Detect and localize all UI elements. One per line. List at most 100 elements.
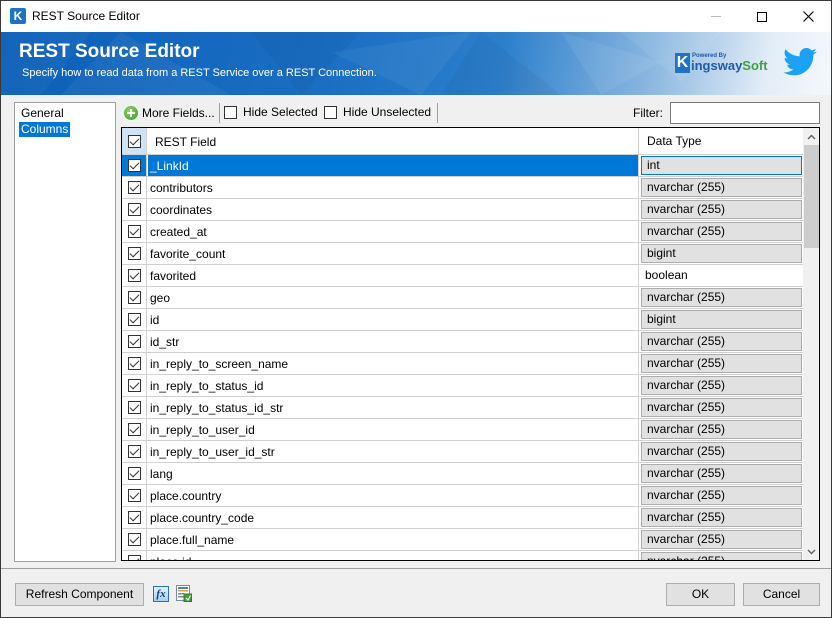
row-check-cell[interactable] <box>122 507 147 528</box>
row-checkbox[interactable] <box>127 533 141 546</box>
data-type-value[interactable]: nvarchar (255) <box>641 376 802 395</box>
data-type-cell[interactable]: boolean <box>638 265 803 286</box>
refresh-component-button[interactable]: Refresh Component <box>15 583 144 606</box>
table-row[interactable]: place.id nvarchar (255) <box>122 550 803 560</box>
sidebar-item-general[interactable]: General <box>19 106 66 121</box>
data-type-cell[interactable]: nvarchar (255) <box>638 331 803 352</box>
data-type-value[interactable]: nvarchar (255) <box>641 442 802 461</box>
select-all-header[interactable] <box>122 128 147 154</box>
data-type-value[interactable]: bigint <box>641 244 802 263</box>
data-type-value[interactable]: boolean <box>641 266 802 285</box>
filter-input[interactable] <box>670 102 820 124</box>
row-check-cell[interactable] <box>122 265 147 286</box>
row-check-cell[interactable] <box>122 331 147 352</box>
sidebar-item-columns[interactable]: Columns <box>19 122 71 137</box>
row-check-cell[interactable] <box>122 419 147 440</box>
data-type-value[interactable]: nvarchar (255) <box>641 530 802 549</box>
row-checkbox[interactable] <box>127 203 141 216</box>
column-header-data-type[interactable]: Data Type <box>638 128 803 154</box>
scrollbar-thumb[interactable] <box>804 145 819 248</box>
table-row[interactable]: lang nvarchar (255) <box>122 462 803 484</box>
row-check-cell[interactable] <box>122 287 147 308</box>
data-type-cell[interactable]: nvarchar (255) <box>638 485 803 506</box>
row-checkbox[interactable] <box>127 291 141 304</box>
data-type-value[interactable]: nvarchar (255) <box>641 398 802 417</box>
row-checkbox[interactable] <box>127 379 141 392</box>
row-check-cell[interactable] <box>122 485 147 506</box>
data-type-cell[interactable]: nvarchar (255) <box>638 397 803 418</box>
data-type-cell[interactable]: nvarchar (255) <box>638 287 803 308</box>
expression-fx-icon[interactable]: fx <box>153 586 169 602</box>
row-checkbox[interactable] <box>127 357 141 370</box>
row-check-cell[interactable] <box>122 375 147 396</box>
data-type-cell[interactable]: int <box>638 155 803 176</box>
row-check-cell[interactable] <box>122 309 147 330</box>
more-fields-button[interactable]: More Fields... <box>124 104 215 122</box>
data-type-cell[interactable]: nvarchar (255) <box>638 353 803 374</box>
data-type-value[interactable]: nvarchar (255) <box>641 464 802 483</box>
row-check-cell[interactable] <box>122 441 147 462</box>
data-type-cell[interactable]: nvarchar (255) <box>638 221 803 242</box>
scroll-up-button[interactable] <box>803 128 819 145</box>
table-row[interactable]: place.full_name nvarchar (255) <box>122 528 803 550</box>
row-check-cell[interactable] <box>122 463 147 484</box>
row-check-cell[interactable] <box>122 199 147 220</box>
table-row[interactable]: id bigint <box>122 308 803 330</box>
data-type-value[interactable]: nvarchar (255) <box>641 420 802 439</box>
table-row[interactable]: id_str nvarchar (255) <box>122 330 803 352</box>
row-checkbox[interactable] <box>127 159 141 172</box>
table-row[interactable]: in_reply_to_user_id_str nvarchar (255) <box>122 440 803 462</box>
row-check-cell[interactable] <box>122 529 147 550</box>
table-row[interactable]: in_reply_to_status_id_str nvarchar (255) <box>122 396 803 418</box>
row-check-cell[interactable] <box>122 551 147 560</box>
column-mapping-icon[interactable] <box>176 585 192 602</box>
table-row[interactable]: created_at nvarchar (255) <box>122 220 803 242</box>
data-type-cell[interactable]: nvarchar (255) <box>638 199 803 220</box>
row-checkbox[interactable] <box>127 489 141 502</box>
row-checkbox[interactable] <box>127 423 141 436</box>
row-checkbox[interactable] <box>127 313 141 326</box>
data-type-cell[interactable]: nvarchar (255) <box>638 375 803 396</box>
row-checkbox[interactable] <box>127 247 141 260</box>
data-type-cell[interactable]: nvarchar (255) <box>638 419 803 440</box>
hide-selected-checkbox[interactable]: Hide Selected <box>224 105 318 119</box>
table-row[interactable]: favorite_count bigint <box>122 242 803 264</box>
row-check-cell[interactable] <box>122 243 147 264</box>
row-checkbox[interactable] <box>127 467 141 480</box>
data-type-value[interactable]: nvarchar (255) <box>641 178 802 197</box>
table-row[interactable]: place.country_code nvarchar (255) <box>122 506 803 528</box>
row-check-cell[interactable] <box>122 397 147 418</box>
data-type-cell[interactable]: bigint <box>638 243 803 264</box>
data-type-cell[interactable]: nvarchar (255) <box>638 177 803 198</box>
row-checkbox[interactable] <box>127 225 141 238</box>
maximize-button[interactable] <box>739 1 785 32</box>
table-row[interactable]: coordinates nvarchar (255) <box>122 198 803 220</box>
data-type-value[interactable]: nvarchar (255) <box>641 486 802 505</box>
data-type-cell[interactable]: nvarchar (255) <box>638 441 803 462</box>
row-checkbox[interactable] <box>127 335 141 348</box>
row-check-cell[interactable] <box>122 155 147 176</box>
row-check-cell[interactable] <box>122 177 147 198</box>
data-type-value[interactable]: int <box>641 156 802 175</box>
data-type-cell[interactable]: nvarchar (255) <box>638 529 803 550</box>
data-type-cell[interactable]: nvarchar (255) <box>638 507 803 528</box>
row-checkbox[interactable] <box>127 181 141 194</box>
data-type-value[interactable]: nvarchar (255) <box>641 332 802 351</box>
vertical-scrollbar[interactable] <box>803 128 819 560</box>
data-type-value[interactable]: nvarchar (255) <box>641 288 802 307</box>
table-row[interactable]: place.country nvarchar (255) <box>122 484 803 506</box>
data-type-value[interactable]: nvarchar (255) <box>641 508 802 527</box>
row-checkbox[interactable] <box>127 401 141 414</box>
table-row[interactable]: contributors nvarchar (255) <box>122 176 803 198</box>
row-check-cell[interactable] <box>122 221 147 242</box>
table-row[interactable]: favorited boolean <box>122 264 803 286</box>
data-type-cell[interactable]: nvarchar (255) <box>638 463 803 484</box>
row-checkbox[interactable] <box>127 269 141 282</box>
cancel-button[interactable]: Cancel <box>743 583 820 606</box>
table-row[interactable]: in_reply_to_status_id nvarchar (255) <box>122 374 803 396</box>
hide-unselected-box[interactable] <box>324 105 337 119</box>
data-type-value[interactable]: bigint <box>641 310 802 329</box>
row-checkbox[interactable] <box>127 445 141 458</box>
table-row[interactable]: geo nvarchar (255) <box>122 286 803 308</box>
hide-selected-box[interactable] <box>224 105 237 119</box>
